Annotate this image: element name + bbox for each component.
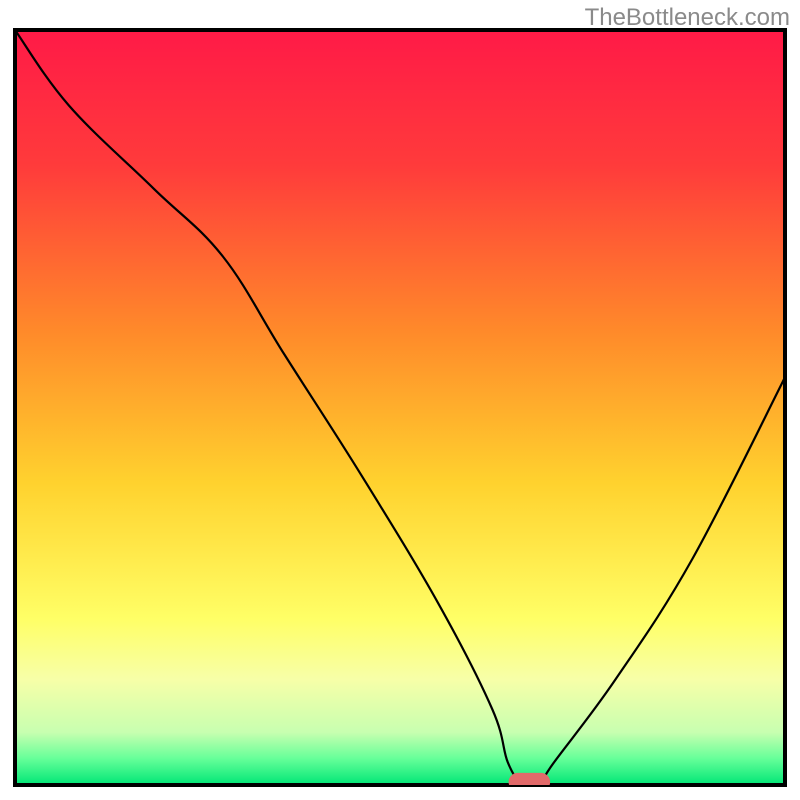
plot-background: [15, 30, 785, 785]
bottleneck-chart: [0, 0, 800, 800]
optimal-marker: [509, 773, 551, 791]
watermark-text: TheBottleneck.com: [585, 4, 790, 32]
chart-frame: TheBottleneck.com: [0, 0, 800, 800]
